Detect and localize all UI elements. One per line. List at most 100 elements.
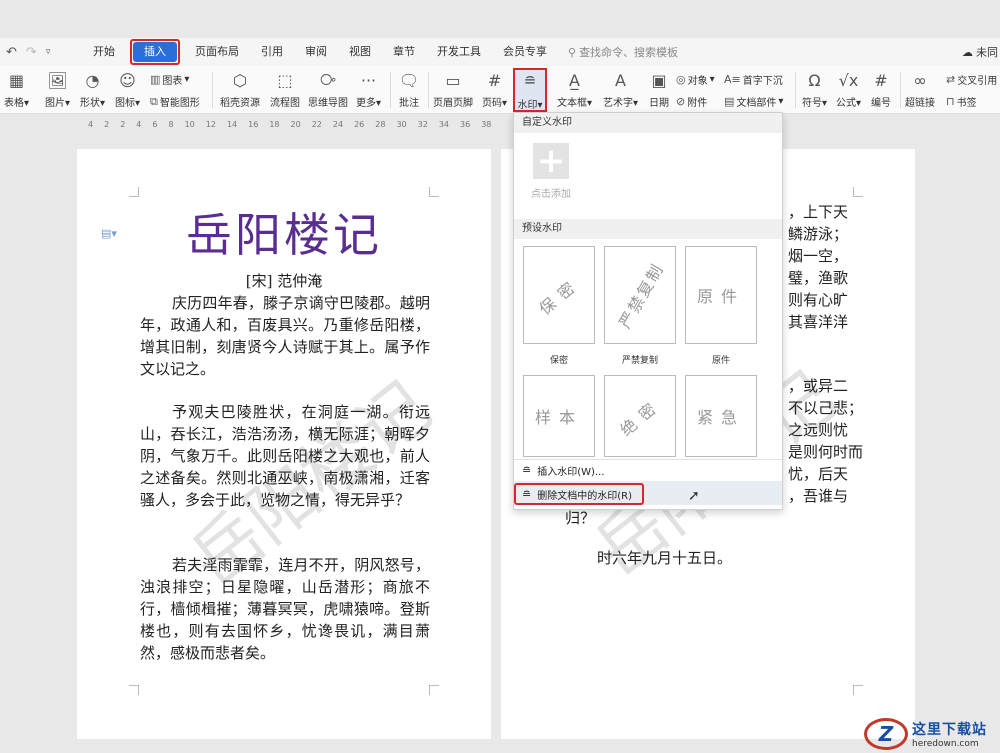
smart-graphic-button[interactable]: ⧉ 智能图形 [150, 94, 200, 110]
tab-references[interactable]: 引用 [250, 42, 294, 62]
search-placeholder: 查找命令、搜索模板 [579, 46, 679, 59]
tab-review[interactable]: 审阅 [294, 42, 338, 62]
mindmap-button[interactable]: ⧂ 思维导图 [308, 69, 348, 109]
watermark-button[interactable]: ≘ 水印▾ [513, 68, 547, 112]
table-icon: ▦ [8, 70, 25, 90]
add-custom-watermark[interactable]: + 点击添加 [524, 143, 578, 207]
ruler-tick: 32 [417, 119, 428, 129]
attachment-button[interactable]: ⊘ 附件 [676, 94, 707, 109]
date-button[interactable]: ▣ 日期 [648, 69, 670, 110]
hyperlink-button[interactable]: ∞ 超链接 [905, 69, 935, 110]
remove-watermark-item[interactable]: ≘ 删除文档中的水印(R) [514, 483, 644, 505]
art-text-button[interactable]: A 艺术字▾ [603, 69, 638, 110]
smart-graphic-icon: ⧉ [150, 94, 158, 108]
tab-developer[interactable]: 开发工具 [426, 42, 492, 62]
customize-icon[interactable]: ▿ [46, 47, 51, 57]
undo-icon[interactable]: ↶ [6, 45, 17, 60]
preset-text: 样本 [534, 408, 583, 427]
command-search[interactable]: ⚲ 查找命令、搜索模板 [568, 44, 678, 60]
flowchart-button[interactable]: ⬚ 流程图 [270, 69, 300, 110]
text-line: ，或异二 [788, 377, 849, 395]
formula-icon: √x [838, 70, 859, 90]
preset-watermark-confidential[interactable]: 保密 [523, 246, 595, 344]
text-line: 烟一空， [788, 247, 849, 265]
table-button[interactable]: ▦ 表格▾ [4, 69, 29, 110]
icons-icon: ☺ [119, 70, 136, 90]
divider [390, 72, 391, 108]
tab-insert[interactable]: 插入 [133, 42, 177, 62]
textbox-button[interactable]: A̲ 文本框▾ [557, 69, 592, 110]
ruler-tick: 16 [248, 119, 259, 129]
more-label: 更多 [356, 98, 376, 109]
preset-text: 严禁复制 [615, 259, 668, 332]
ruler-tick: 2 [120, 119, 126, 129]
comment-button[interactable]: 🗨 批注 [398, 69, 420, 110]
shell-resource-button[interactable]: ⬡ 稻壳资源 [220, 69, 260, 110]
margin-mark [853, 187, 863, 197]
header-footer-button[interactable]: ▭ 页眉页脚 [433, 69, 473, 110]
hyperlink-label: 超链接 [905, 98, 935, 109]
symbol-label: 符号 [802, 98, 822, 109]
chart-button[interactable]: ▥ 图表 ▾ [150, 72, 189, 87]
shape-button[interactable]: ◔ 形状▾ [80, 69, 105, 110]
logo-name: 这里下载站 [912, 722, 987, 738]
margin-mark [129, 685, 139, 695]
preset-text: 保密 [535, 273, 585, 319]
preset-watermark-original[interactable]: 原件 [685, 246, 757, 344]
margin-mark [429, 685, 439, 695]
insert-watermark-item[interactable]: ≘ 插入水印(W)... [514, 459, 782, 481]
textbox-icon: A̲ [569, 70, 580, 90]
date-label: 日期 [649, 98, 669, 109]
horizontal-ruler[interactable]: 4 2 2 4 6 8 10 12 14 16 18 20 22 24 26 28 30 32 34 36 38 [78, 118, 491, 130]
cross-ref-button[interactable]: ⇄ 交叉引用 [946, 72, 997, 87]
calendar-icon: ▣ [651, 70, 667, 90]
ruler-tick: 30 [396, 119, 407, 129]
numbering-button[interactable]: # 编号 [870, 69, 892, 110]
redo-icon[interactable]: ↷ [26, 45, 37, 60]
text-line: 不以己悲； [788, 399, 864, 417]
tab-view[interactable]: 视图 [338, 42, 382, 62]
icon-label: 图标 [115, 98, 135, 109]
doc-parts-button[interactable]: ▤ 文档部件 ▾ [724, 94, 783, 109]
object-button[interactable]: ◎ 对象 ▾ [676, 72, 715, 87]
picture-button[interactable]: 🖼 图片▾ [45, 69, 70, 110]
ruler-tick: 8 [168, 119, 174, 129]
ruler-tick: 14 [226, 119, 238, 129]
cloud-sync[interactable]: ☁ 未同 [962, 44, 998, 60]
ruler-tick: 20 [290, 119, 301, 129]
icon-button[interactable]: ☺ 图标▾ [115, 69, 140, 110]
ruler-tick: 36 [460, 119, 471, 129]
symbol-button[interactable]: Ω 符号▾ [802, 69, 827, 110]
preset-label: 严禁复制 [621, 356, 658, 366]
drop-cap-button[interactable]: A≡ 首字下沉 [724, 72, 783, 87]
more-button[interactable]: ··· 更多▾ [356, 69, 381, 110]
formula-button[interactable]: √x 公式▾ [836, 69, 861, 110]
watermark-label: 水印 [517, 100, 538, 111]
tab-home[interactable]: 开始 [82, 42, 126, 62]
tab-section[interactable]: 章节 [382, 42, 426, 62]
ruler-tick: 18 [269, 119, 280, 129]
logo-mark: Z [864, 718, 908, 750]
ruler-tick: 28 [375, 119, 386, 129]
preset-watermark-sample[interactable]: 样本 [523, 375, 595, 457]
document-page-1[interactable]: ▤▾ 岳阳楼记 岳阳楼记 [宋] 范仲淹 庆历四年春，滕子京谪守巴陵郡。越明年，… [77, 149, 491, 739]
preset-text: 原件 [696, 287, 745, 306]
preset-watermark-no-copy[interactable]: 严禁复制 [604, 246, 676, 344]
preset-watermark-urgent[interactable]: 紧急 [685, 375, 757, 457]
page-number-button[interactable]: # 页码▾ [482, 69, 507, 110]
ruler-tick: 2 [104, 119, 110, 129]
paragraph-2: 予观夫巴陵胜状，在洞庭一湖。衔远山，吞长江，浩浩汤汤，横无际涯；朝晖夕阴，气象万… [140, 403, 430, 509]
paragraph-1: 庆历四年春，滕子京谪守巴陵郡。越明年，政通人和，百废具兴。乃重修岳阳楼，增其旧制… [140, 294, 430, 378]
preset-watermark-top-secret[interactable]: 绝密 [604, 375, 676, 457]
text-line: 是则何时而 [788, 443, 864, 461]
picture-label: 图片 [45, 98, 65, 109]
header-footer-icon: ▭ [445, 70, 461, 90]
ruler-tick: 22 [311, 119, 322, 129]
tab-member[interactable]: 会员专享 [492, 42, 558, 62]
bookmark-button[interactable]: ⊓ 书签 [946, 94, 977, 109]
cloud-icon: ☁ [962, 45, 973, 59]
paragraph-3: 若夫淫雨霏霏，连月不开，阴风怒号，浊浪排空；日星隐曜，山岳潜形；商旅不行，樯倾楫… [140, 556, 430, 662]
tab-page-layout[interactable]: 页面布局 [184, 42, 250, 62]
text-line: ，吾谁与 [788, 487, 849, 505]
bookmark-icon: ⊓ [946, 95, 955, 108]
